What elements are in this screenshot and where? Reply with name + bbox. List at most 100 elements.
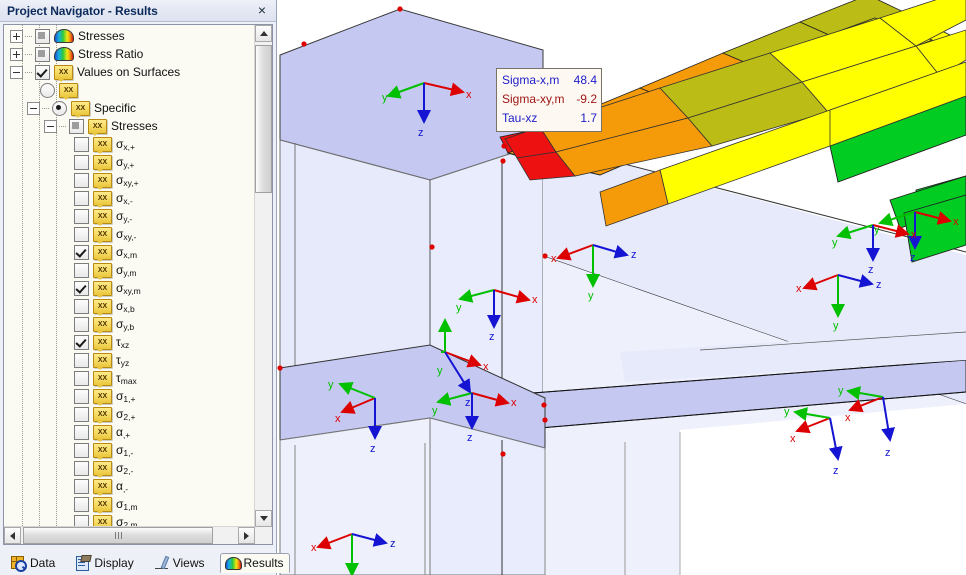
collapse-icon[interactable]	[27, 101, 40, 115]
xx-value-icon: XX	[93, 460, 112, 478]
checkbox[interactable]	[74, 478, 89, 494]
tree-row[interactable]: XX σx,m	[4, 243, 255, 262]
scroll-up-arrow-icon[interactable]	[255, 25, 272, 42]
tree-row[interactable]: XX σx,+	[4, 135, 255, 154]
xx-value-icon: XX	[93, 334, 112, 352]
tree-row[interactable]: Stresses	[4, 27, 255, 45]
tree-row[interactable]: XX α,-	[4, 477, 255, 496]
tab-display[interactable]: Display	[70, 553, 139, 573]
tree-row[interactable]: XX τxz	[4, 333, 255, 352]
tree-container: Stresses Stress Ratio XX Values on Surfaces…	[3, 24, 273, 545]
checkbox[interactable]	[74, 298, 89, 314]
tree-item-label: σxy,m	[116, 280, 141, 296]
scroll-down-arrow-icon[interactable]	[255, 510, 272, 527]
tree-row[interactable]: XX τyz	[4, 351, 255, 370]
tree-row[interactable]: XX	[4, 81, 255, 100]
tree-row[interactable]: XX σxy,-	[4, 225, 255, 244]
horizontal-scroll-thumb[interactable]	[23, 527, 213, 544]
checkbox-checked[interactable]	[74, 334, 89, 350]
checkbox[interactable]	[74, 388, 89, 404]
tab-views[interactable]: Views	[149, 553, 211, 573]
tree-row[interactable]: XX Values on Surfaces	[4, 63, 255, 82]
tree-row[interactable]: XX σ1,-	[4, 441, 255, 460]
xx-value-icon: XX	[93, 226, 112, 244]
panel-title: Project Navigator - Results	[7, 3, 158, 18]
xx-value-icon: XX	[93, 352, 112, 370]
checkbox[interactable]	[74, 226, 89, 242]
tree-row[interactable]: XX σy,-	[4, 207, 255, 226]
tree-row[interactable]: XX σxy,+	[4, 171, 255, 190]
tree-scroll-area[interactable]: Stresses Stress Ratio XX Values on Surfaces…	[4, 25, 255, 527]
svg-text:z: z	[489, 331, 495, 343]
vertical-scroll-thumb[interactable]	[255, 45, 272, 193]
tree-connector	[42, 107, 50, 109]
tree-row[interactable]: XX Specific	[4, 99, 255, 118]
checkbox-checked[interactable]	[74, 280, 89, 296]
tooltip-value: 1.7	[580, 111, 597, 125]
tab-data[interactable]: Data	[6, 553, 61, 573]
tree-horizontal-scrollbar[interactable]	[4, 526, 255, 544]
checkbox-checked[interactable]	[35, 64, 50, 80]
checkbox[interactable]	[74, 316, 89, 332]
tree-row[interactable]: XX σ2,-	[4, 459, 255, 478]
application-window: x y z x y z x y z x y z x y z x y z x y …	[0, 0, 966, 575]
tree-row[interactable]: XX σx,b	[4, 297, 255, 316]
tree-row[interactable]: XX σ2,+	[4, 405, 255, 424]
close-icon[interactable]: ×	[254, 2, 270, 18]
xx-value-icon: XX	[93, 442, 112, 460]
tree-row[interactable]: XX α,+	[4, 423, 255, 442]
results-tree[interactable]: Stresses Stress Ratio XX Values on Surfaces…	[4, 25, 255, 527]
tree-vertical-scrollbar[interactable]	[254, 25, 272, 527]
tree-row[interactable]: XX τmax	[4, 369, 255, 388]
checkbox[interactable]	[74, 442, 89, 458]
tab-label: Results	[243, 555, 284, 570]
svg-text:x: x	[551, 253, 557, 265]
checkbox-partial[interactable]	[35, 46, 50, 62]
tree-item-label: σxy,-	[116, 226, 137, 242]
tree-row[interactable]: XX σxy,m	[4, 279, 255, 298]
tree-row[interactable]: XX σy,b	[4, 315, 255, 334]
tree-item-label: σy,m	[116, 262, 137, 278]
scroll-right-arrow-icon[interactable]	[238, 527, 255, 544]
tree-row[interactable]: Stress Ratio	[4, 45, 255, 63]
expand-icon[interactable]	[10, 47, 23, 61]
checkbox[interactable]	[74, 136, 89, 152]
collapse-icon[interactable]	[44, 119, 57, 133]
checkbox[interactable]	[74, 406, 89, 422]
checkbox[interactable]	[74, 172, 89, 188]
tree-row[interactable]: XX σx,-	[4, 189, 255, 208]
checkbox[interactable]	[74, 460, 89, 476]
checkbox-checked[interactable]	[74, 244, 89, 260]
navigator-tabstrip: Data Display Views Results	[0, 545, 290, 575]
checkbox[interactable]	[74, 262, 89, 278]
checkbox[interactable]	[74, 496, 89, 512]
tree-row[interactable]: XX σ1,+	[4, 387, 255, 406]
checkbox[interactable]	[74, 424, 89, 440]
collapse-icon[interactable]	[10, 65, 23, 79]
tree-row[interactable]: XX σ2,m	[4, 513, 255, 527]
tree-row[interactable]: XX σy,m	[4, 261, 255, 280]
tree-row[interactable]: XX σ1,m	[4, 495, 255, 514]
xx-value-icon: XX	[88, 118, 107, 136]
xx-value-icon: XX	[93, 406, 112, 424]
svg-text:x: x	[335, 413, 341, 425]
tree-item-label: σ1,m	[116, 496, 138, 512]
tab-results[interactable]: Results	[219, 553, 290, 573]
checkbox[interactable]	[74, 370, 89, 386]
tree-row[interactable]: XX Stresses	[4, 117, 255, 136]
radio-button-selected[interactable]	[52, 100, 67, 116]
checkbox[interactable]	[74, 154, 89, 170]
tree-item-label: τmax	[116, 370, 137, 386]
tab-label: Views	[172, 555, 205, 570]
checkbox[interactable]	[74, 352, 89, 368]
checkbox[interactable]	[74, 190, 89, 206]
checkbox-partial[interactable]	[69, 118, 84, 134]
expand-icon[interactable]	[10, 29, 23, 43]
tree-row[interactable]: XX σy,+	[4, 153, 255, 172]
radio-button[interactable]	[40, 82, 55, 98]
scroll-left-arrow-icon[interactable]	[4, 527, 21, 544]
svg-text:x: x	[845, 412, 851, 424]
svg-text:y: y	[832, 237, 838, 249]
checkbox[interactable]	[74, 208, 89, 224]
checkbox-partial[interactable]	[35, 28, 50, 44]
